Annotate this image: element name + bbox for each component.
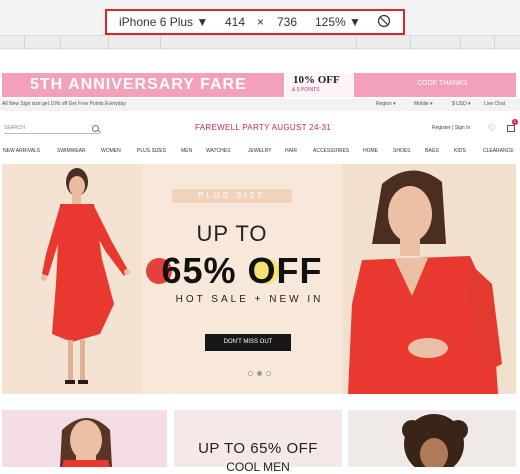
plus-size-tag: PLUS SIZE [198, 191, 266, 200]
banner-offer: 10% OFF & 5 POINTS [284, 73, 354, 97]
nav-item-jewelry[interactable]: JEWELRY [248, 148, 272, 154]
ruler-tick [160, 35, 161, 49]
carousel-dot-2[interactable] [257, 371, 262, 376]
nav-item-women[interactable]: WOMEN [101, 148, 121, 154]
tile-model-image [60, 418, 112, 467]
promo-text: All New Sign size get 10% off Get Free P… [2, 101, 126, 107]
width-input[interactable]: 414 [225, 15, 245, 29]
ruler-tick [60, 35, 61, 49]
heart-icon[interactable]: ♡ [488, 124, 496, 133]
currency-select[interactable]: $ USD ▾ [452, 101, 471, 107]
ruler-tick [24, 35, 25, 49]
dont-miss-out-button[interactable]: DON'T MISS OUT [205, 334, 291, 351]
nav-item-shoes[interactable]: SHOES [393, 148, 411, 154]
ruler-bar [0, 35, 520, 49]
banner-title: 5TH ANNIVERSARY FARE [30, 76, 247, 93]
nav-item-home[interactable]: HOME [363, 148, 378, 154]
device-settings-box: iPhone 6 Plus ▼ 414 × 736 125% ▼ [105, 9, 405, 35]
device-select[interactable]: iPhone 6 Plus ▼ [119, 15, 208, 29]
nav-item-men[interactable]: MEN [181, 148, 192, 154]
dimension-separator: × [257, 15, 265, 29]
device-toolbar: iPhone 6 Plus ▼ 414 × 736 125% ▼ [0, 0, 520, 50]
offer-points: & 5 POINTS [292, 87, 320, 93]
nav-item-accessories[interactable]: ACCESSORIES [313, 148, 349, 154]
promo-bar: All New Sign size get 10% off Get Free P… [0, 99, 520, 111]
tile-men-subtitle: COOL MEN [226, 460, 290, 474]
banner-code: CODE THANKS [417, 80, 468, 87]
height-input[interactable]: 736 [277, 15, 297, 29]
ruler-tick [460, 35, 461, 49]
nav-item-watches[interactable]: WATCHES [206, 148, 230, 154]
nav-item-hair[interactable]: HAIR [285, 148, 297, 154]
search-input[interactable]: SEARCH [4, 125, 25, 131]
farewell-party-link[interactable]: FAREWELL PARTY AUGUST 24-31 [195, 123, 331, 132]
nav-item-new-arrivals[interactable]: NEW ARRIVALS [3, 148, 40, 154]
hero-subline: HOT SALE + NEW IN [175, 294, 324, 305]
register-signin-link[interactable]: Register | Sign In [432, 125, 470, 131]
mobile-select[interactable]: Mobile ▾ [414, 101, 433, 107]
live-chat-link[interactable]: Live Chat [484, 101, 505, 107]
hero-banner[interactable]: PLUS SIZE UP TO 65% OFF HOT SALE + NEW I… [2, 164, 516, 394]
anniversary-banner[interactable]: 5TH ANNIVERSARY FARE 10% OFF & 5 POINTS … [2, 73, 516, 97]
tile-hair[interactable] [348, 410, 516, 467]
carousel-dot-1[interactable] [248, 371, 253, 376]
rotate-icon[interactable] [377, 14, 391, 31]
ruler-tick [108, 35, 109, 49]
nav-item-bags[interactable]: BAGS [425, 148, 439, 154]
tile-hair-model-image [402, 414, 468, 467]
zoom-select[interactable]: 125% ▼ [315, 15, 361, 29]
site-header: SEARCH FAREWELL PARTY AUGUST 24-31 Regis… [0, 111, 520, 143]
tile-men[interactable]: UP TO 65% OFF COOL MEN [174, 410, 342, 474]
nav-item-clearance[interactable]: CLEARANCE [483, 148, 514, 154]
left-model-image [41, 168, 130, 384]
search-underline [4, 133, 100, 134]
search-icon[interactable] [92, 125, 99, 132]
carousel-dots [248, 371, 278, 377]
nav-item-kids[interactable]: KIDS [454, 148, 466, 154]
nav-item-swimwear[interactable]: SWIMWEAR [57, 148, 86, 154]
category-tiles: UP TO 65% OFF COOL MEN [0, 410, 520, 474]
ruler-tick [410, 35, 411, 49]
tile-men-title: UP TO 65% OFF [198, 440, 318, 457]
web-page: 5TH ANNIVERSARY FARE 10% OFF & 5 POINTS … [0, 70, 520, 474]
ruler-tick [356, 35, 357, 49]
ruler-tick [494, 35, 495, 49]
category-nav: NEW ARRIVALS SWIMWEAR WOMEN PLUS SIZES M… [0, 146, 520, 158]
cart-count-badge: 0 [512, 119, 518, 125]
hero-up-to: UP TO [196, 221, 268, 246]
shopping-bag-icon[interactable] [507, 125, 515, 132]
right-model-image [348, 170, 502, 394]
nav-item-plus-sizes[interactable]: PLUS SIZES [137, 148, 166, 154]
carousel-dot-3[interactable] [266, 371, 271, 376]
hero-discount: 65% OFF [161, 250, 323, 291]
tile-plus-size[interactable] [2, 410, 167, 467]
region-select[interactable]: Region ▾ [376, 101, 396, 107]
offer-percent: 10% OFF [293, 74, 340, 86]
